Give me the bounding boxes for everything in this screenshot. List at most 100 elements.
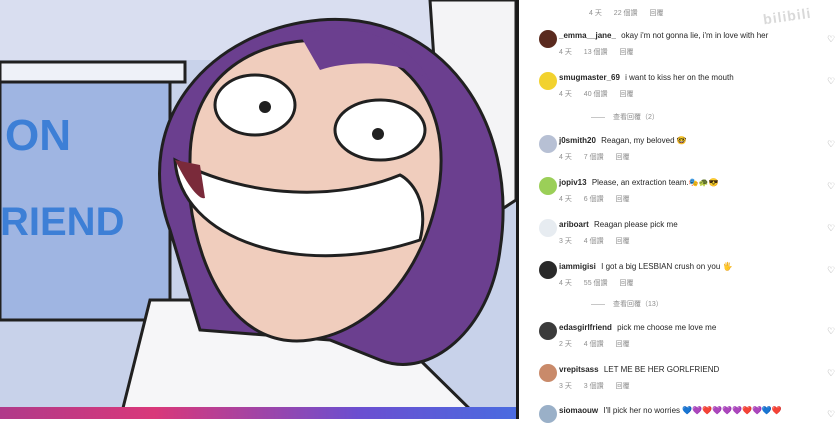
comment-item: smugmaster_69 i want to kiss her on the … bbox=[539, 72, 839, 99]
comment-text: LET ME BE HER GORLFRIEND bbox=[603, 365, 720, 374]
reply-button[interactable]: 回覆 bbox=[619, 280, 633, 287]
reply-button[interactable]: 回覆 bbox=[616, 196, 630, 203]
heart-outline-icon[interactable]: ♡ bbox=[827, 140, 835, 149]
reply-button[interactable]: 回覆 bbox=[616, 238, 630, 245]
comment-meta: 4 天 55 個讚 回覆 bbox=[559, 278, 839, 288]
comment-item: jopiv13 Please, an extraction team.🎭🐢😎 4… bbox=[539, 177, 839, 204]
sign-text-1: ON bbox=[5, 111, 71, 160]
avatar[interactable] bbox=[539, 135, 557, 153]
comment-text-line: siomaouw I'll pick her no worries 💙💜❤️💜💜… bbox=[559, 405, 839, 416]
comment-age: 4 天 bbox=[559, 280, 572, 287]
comment-text-line: vrepitsass LET ME BE HER GORLFRIEND bbox=[559, 364, 839, 375]
comment-age: 4 天 bbox=[559, 91, 572, 98]
avatar[interactable] bbox=[539, 364, 557, 382]
comment-likes[interactable]: 4 個讚 bbox=[584, 238, 604, 245]
comment-likes[interactable]: 13 個讚 bbox=[584, 49, 608, 56]
comment-age: 4 天 bbox=[559, 49, 572, 56]
comment-age: 3 天 bbox=[559, 383, 572, 390]
comment-text: Reagan, my beloved 🤓 bbox=[601, 136, 687, 145]
comment-username[interactable]: _emma__jane_ bbox=[559, 31, 616, 40]
heart-outline-icon[interactable]: ♡ bbox=[827, 327, 835, 336]
comment-text-line: ariboart Reagan please pick me bbox=[559, 219, 839, 230]
comment-item: ariboart Reagan please pick me 3 天 4 個讚 … bbox=[539, 219, 839, 246]
avatar[interactable] bbox=[539, 30, 557, 48]
comment-likes[interactable]: 7 個讚 bbox=[584, 154, 604, 161]
avatar[interactable] bbox=[539, 322, 557, 340]
heart-outline-icon[interactable]: ♡ bbox=[827, 35, 835, 44]
heart-outline-icon[interactable]: ♡ bbox=[827, 369, 835, 378]
comment-username[interactable]: siomaouw bbox=[559, 406, 598, 415]
comment-age: 3 天 bbox=[559, 238, 572, 245]
comment-age: 4 天 bbox=[559, 154, 572, 161]
comment-text: i want to kiss her on the mouth bbox=[625, 73, 734, 82]
heart-outline-icon[interactable]: ♡ bbox=[827, 182, 835, 191]
comment-username[interactable]: vrepitsass bbox=[559, 365, 599, 374]
heart-outline-icon[interactable]: ♡ bbox=[827, 224, 835, 233]
comment-likes[interactable]: 4 個讚 bbox=[584, 341, 604, 348]
view-replies-button[interactable]: 查看回覆（2） bbox=[591, 112, 659, 122]
comment-text-line: smugmaster_69 i want to kiss her on the … bbox=[559, 72, 839, 83]
avatar[interactable] bbox=[539, 72, 557, 90]
comment-age: 4 天 bbox=[559, 196, 572, 203]
comment-item: vrepitsass LET ME BE HER GORLFRIEND 3 天 … bbox=[539, 364, 839, 391]
cartoon-artwork: ON RIEND bbox=[0, 0, 516, 419]
heart-outline-icon[interactable]: ♡ bbox=[827, 266, 835, 275]
heart-outline-icon[interactable]: ♡ bbox=[827, 410, 835, 419]
comment-meta: 4 天 40 個讚 回覆 bbox=[559, 89, 839, 99]
comment-text-line: j0smith20 Reagan, my beloved 🤓 bbox=[559, 135, 839, 146]
divider bbox=[591, 116, 605, 118]
post-image: ON RIEND bbox=[0, 0, 516, 419]
comment-text-line: _emma__jane_ okay i'm not gonna lie, i'm… bbox=[559, 30, 839, 41]
comment-text-line: iammigisi I got a big LESBIAN crush on y… bbox=[559, 261, 839, 272]
comment-text: okay i'm not gonna lie, i'm in love with… bbox=[621, 31, 769, 40]
comment-likes[interactable]: 55 個讚 bbox=[584, 280, 608, 287]
avatar[interactable] bbox=[539, 177, 557, 195]
comment-text: Please, an extraction team.🎭🐢😎 bbox=[591, 178, 719, 187]
comment-meta: 2 天 4 個讚 回覆 bbox=[559, 339, 839, 349]
comment-meta: 3 天 4 個讚 回覆 bbox=[559, 236, 839, 246]
comment-text: pick me choose me love me bbox=[617, 323, 717, 332]
comment-username[interactable]: iammigisi bbox=[559, 262, 596, 271]
reply-button[interactable]: 回覆 bbox=[616, 154, 630, 161]
sign-text-2: RIEND bbox=[0, 200, 124, 244]
view-replies-label: 查看回覆（13） bbox=[613, 301, 663, 308]
comment-meta: 3 天 3 個讚 回覆 bbox=[559, 381, 839, 391]
comment-username[interactable]: edasgirlfriend bbox=[559, 323, 612, 332]
comment-likes: 22 個讚 bbox=[613, 10, 638, 17]
comment-age: 4 天 bbox=[589, 10, 602, 17]
reply-button[interactable]: 回覆 bbox=[649, 10, 663, 17]
gradient-bar bbox=[0, 407, 516, 419]
heart-outline-icon[interactable]: ♡ bbox=[827, 77, 835, 86]
comment-text-line: jopiv13 Please, an extraction team.🎭🐢😎 bbox=[559, 177, 839, 188]
comment-item: siomaouw I'll pick her no worries 💙💜❤️💜💜… bbox=[539, 405, 839, 423]
comment-item: _emma__jane_ okay i'm not gonna lie, i'm… bbox=[539, 30, 839, 57]
comment-item: j0smith20 Reagan, my beloved 🤓 4 天 7 個讚 … bbox=[539, 135, 839, 162]
comment-username[interactable]: jopiv13 bbox=[559, 178, 587, 187]
comment-meta: 4 天 7 個讚 回覆 bbox=[559, 152, 839, 162]
comment-text: I'll pick her no worries 💙💜❤️💜💜💜❤️💜💙❤️ bbox=[603, 406, 782, 415]
avatar[interactable] bbox=[539, 261, 557, 279]
comment-age: 2 天 bbox=[559, 341, 572, 348]
comment-meta: 4 天 13 個讚 回覆 bbox=[559, 47, 839, 57]
previous-comment-meta: 4 天 22 個讚 回覆 bbox=[589, 8, 673, 18]
comment-username[interactable]: j0smith20 bbox=[559, 136, 596, 145]
divider bbox=[591, 303, 605, 305]
reply-button[interactable]: 回覆 bbox=[616, 383, 630, 390]
comment-likes[interactable]: 40 個讚 bbox=[584, 91, 608, 98]
reply-button[interactable]: 回覆 bbox=[619, 91, 633, 98]
avatar[interactable] bbox=[539, 405, 557, 423]
comment-username[interactable]: smugmaster_69 bbox=[559, 73, 620, 82]
comment-likes[interactable]: 6 個讚 bbox=[584, 196, 604, 203]
comment-username[interactable]: ariboart bbox=[559, 220, 589, 229]
comment-list[interactable]: 4 天 22 個讚 回覆 _emma__jane_ okay i'm not g… bbox=[519, 0, 840, 423]
avatar[interactable] bbox=[539, 219, 557, 237]
reply-button[interactable]: 回覆 bbox=[619, 49, 633, 56]
reply-button[interactable]: 回覆 bbox=[616, 341, 630, 348]
comment-item: iammigisi I got a big LESBIAN crush on y… bbox=[539, 261, 839, 288]
view-replies-button[interactable]: 查看回覆（13） bbox=[591, 299, 663, 309]
comment-likes[interactable]: 3 個讚 bbox=[584, 383, 604, 390]
comment-item: edasgirlfriend pick me choose me love me… bbox=[539, 322, 839, 349]
view-replies-label: 查看回覆（2） bbox=[613, 114, 659, 121]
comment-meta: 4 天 6 個讚 回覆 bbox=[559, 194, 839, 204]
comment-text-line: edasgirlfriend pick me choose me love me bbox=[559, 322, 839, 333]
